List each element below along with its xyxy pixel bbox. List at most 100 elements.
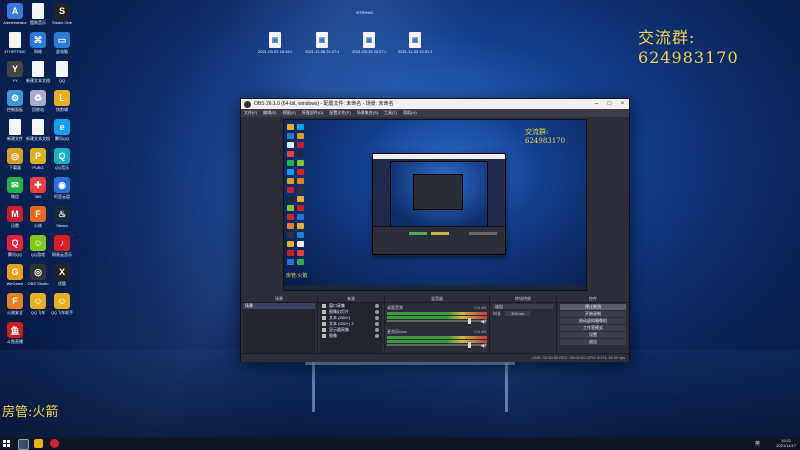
app-icon (32, 119, 44, 135)
eye-icon[interactable] (375, 328, 379, 332)
desktop-file-label: 2021-11-08 21:27:44... (305, 49, 339, 54)
volume-slider[interactable] (387, 318, 487, 324)
control-button[interactable]: 启动虚拟摄像机 (560, 318, 626, 324)
mixer-channel: 麦克风/Aux 0.0 dB ◀) (385, 329, 489, 351)
desktop-icon[interactable]: X 优酷 (45, 264, 79, 286)
windows-start-icon[interactable] (3, 440, 10, 447)
eye-icon[interactable] (375, 304, 379, 308)
app-icon: F (30, 206, 46, 222)
mixer-channel: 桌面音频 0.0 dB ◀) (385, 305, 489, 327)
obs-menu-item[interactable]: 编辑(E) (263, 109, 276, 117)
desktop-file-icon[interactable]: NTRHMC (348, 10, 382, 15)
preview-app-icon (297, 169, 304, 175)
preview-watermark: 交流群: 624983170 (525, 128, 566, 145)
eye-icon[interactable] (375, 316, 379, 320)
preview-admin-watermark: 房管:火箭 (286, 273, 308, 279)
taskbar-obs-icon[interactable] (18, 439, 29, 450)
preview-nested-obs (372, 153, 506, 255)
desktop-icon[interactable]: S Studio One (45, 3, 79, 25)
obs-menu-item[interactable]: 工具(T) (384, 109, 397, 117)
speaker-icon[interactable]: ◀) (480, 319, 486, 325)
desktop-icon-label: QQ (58, 78, 66, 83)
source-label: 文本 (GDI+) 2 (329, 321, 354, 326)
desktop-icon[interactable]: L 快剪辑 (45, 90, 79, 112)
app-icon (32, 61, 44, 77)
obs-menu-item[interactable]: 场景集合(S) (357, 109, 378, 117)
preview-app-icon (297, 151, 304, 157)
desktop-file-icon[interactable]: ▣2021-09-03 18:15:48... (258, 32, 292, 54)
system-tray[interactable]: 19:21 2021/11/17 (776, 438, 796, 448)
desktop-icon-label: QQ飞车助手 (50, 310, 74, 315)
scene-item[interactable]: 场景 (243, 303, 315, 309)
taskbar-app-icon[interactable] (50, 439, 59, 448)
maximize-icon[interactable]: □ (603, 99, 616, 109)
tray-language[interactable]: 英 (755, 440, 760, 447)
duration-field[interactable]: 300 ms (505, 311, 531, 316)
desktop-icon[interactable]: ◉ 阿里云盘 (45, 177, 79, 199)
obs-menu-item[interactable]: 文件(F) (244, 109, 257, 117)
desktop-file-icon[interactable]: ▣2021-09-16 22:27:48... (352, 32, 386, 54)
obs-docks: 场景 场景 + − ∧ ∨ 来源 窗口采集图像幻灯片文本 (GDI+)文本 (G… (241, 295, 629, 361)
app-icon: P (30, 148, 46, 164)
app-icon: ◉ (54, 177, 70, 193)
control-button[interactable]: 停止推流 (560, 304, 626, 310)
desktop-icon[interactable]: ♨ Steam (45, 206, 79, 228)
desktop-icon[interactable]: QQ (45, 61, 79, 83)
source-label: 窗口采集 (329, 303, 345, 308)
obs-menu-item[interactable]: 帮助(H) (403, 109, 417, 117)
obs-statusbar: LIVE: 00:30:55 REC: 00:00:00 CPU: 9.1%, … (241, 353, 629, 362)
desktop-file-icon[interactable]: ▣2021-11-08 21:27:44... (305, 32, 339, 54)
desktop-icon[interactable]: ♪ 网易云音乐 (45, 235, 79, 257)
eye-icon[interactable] (375, 310, 379, 314)
obs-menu-item[interactable]: 停靠部件(D) (302, 109, 324, 117)
source-item[interactable]: 图像 (320, 333, 382, 339)
source-type-icon (322, 328, 326, 332)
sources-dock: 来源 窗口采集 图像幻灯片 文本 (GDI+) 文本 (GDI+) 2 显示器采集 图像 … (318, 295, 385, 361)
obs-titlebar[interactable]: OBS 26.1.0 (64-bit, windows) - 配置文件: 未命名… (241, 99, 629, 109)
control-button[interactable]: 设置 (560, 332, 626, 338)
obs-menu-item[interactable]: 配置文件(P) (329, 109, 350, 117)
minimize-icon[interactable]: – (590, 99, 603, 109)
preview-app-icon (287, 160, 294, 166)
preview-app-icon (297, 187, 304, 193)
desktop-icon[interactable]: ▭ 此电脑 (45, 32, 79, 54)
volume-slider[interactable] (387, 342, 487, 348)
desktop-icon[interactable]: e 腾讯QQ (45, 119, 79, 141)
obs-window[interactable]: OBS 26.1.0 (64-bit, windows) - 配置文件: 未命名… (240, 98, 630, 362)
obs-menu-item[interactable]: 视图(V) (282, 109, 295, 117)
control-button[interactable]: 退出 (560, 339, 626, 345)
app-icon: Q (54, 148, 70, 164)
close-icon[interactable]: × (616, 99, 629, 109)
desktop-stage-leg (505, 362, 508, 412)
app-icon (9, 119, 21, 135)
speaker-icon[interactable]: ◀) (480, 343, 486, 349)
mixer-channel-label: 桌面音频 (387, 305, 403, 310)
desktop-icon-label: 斗鱼直播 (7, 339, 23, 344)
controls-dock: 控件 停止推流 开始录制 启动虚拟摄像机 工作室模式 设置 退出 (557, 295, 629, 361)
desktop-icon[interactable]: 鱼斗鱼直播 (0, 322, 32, 344)
desktop-icon[interactable]: Q QQ音乐 (45, 148, 79, 170)
control-button[interactable]: 开始录制 (560, 311, 626, 317)
app-icon: 鱼 (7, 322, 23, 338)
preview-desktop-icons (287, 124, 295, 268)
app-icon: ☺ (30, 293, 46, 309)
desktop-icon[interactable]: ☺ QQ飞车助手 (45, 293, 79, 315)
app-icon: ⌘ (30, 32, 46, 48)
obs-preview[interactable]: 交流群: 624983170 房管:火箭 (283, 119, 587, 291)
eye-icon[interactable] (375, 322, 379, 326)
control-button[interactable]: 工作室模式 (560, 325, 626, 331)
app-icon (32, 3, 44, 19)
image-file-icon: ▣ (363, 32, 375, 48)
app-icon: L (54, 90, 70, 106)
desktop-file-icon[interactable]: ▣2021-11-03 10:51:41... (398, 32, 432, 54)
app-icon: ☺ (30, 235, 46, 251)
preview-app-icon (287, 196, 294, 202)
preview-app-icon (297, 223, 304, 229)
desktop-icon-label: 腾讯QQ (54, 136, 70, 141)
obs-logo-icon (244, 101, 251, 108)
taskbar-folder-icon[interactable] (34, 439, 43, 448)
transitions-dock: 转场特效 淡出 时长 300 ms (490, 295, 557, 361)
preview-app-icon (287, 133, 294, 139)
preview-app-icon (297, 259, 304, 265)
eye-icon[interactable] (375, 334, 379, 338)
